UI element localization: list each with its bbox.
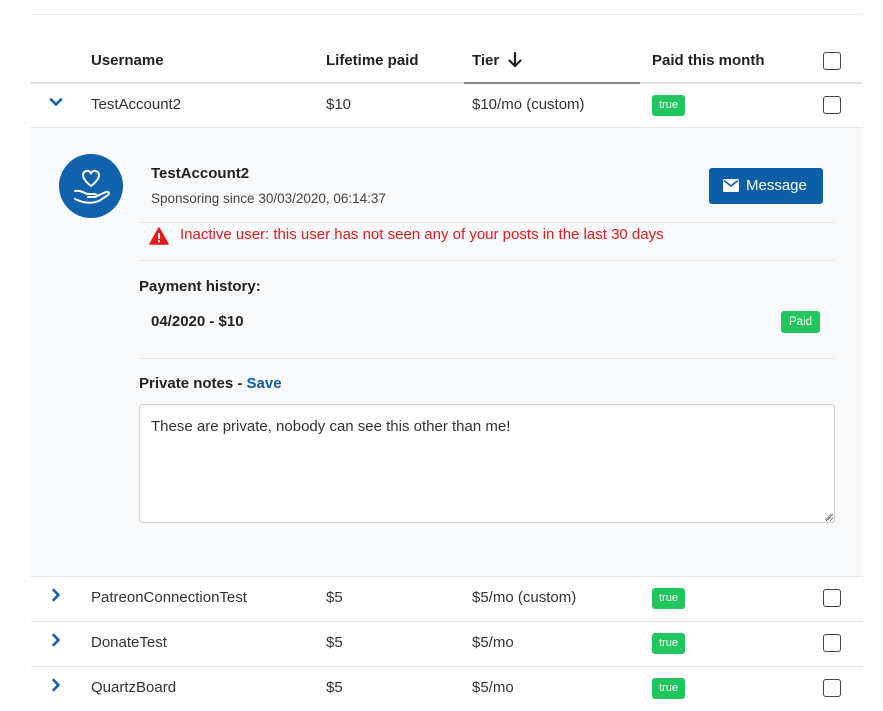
private-notes-label-text: Private notes - bbox=[139, 375, 247, 392]
header-username[interactable]: Username bbox=[91, 52, 164, 69]
row-username: TestAccount2 bbox=[91, 96, 182, 113]
payment-history-label: Payment history: bbox=[139, 278, 261, 295]
paid-status-badge: true bbox=[652, 678, 685, 699]
paid-status-badge: true bbox=[652, 633, 685, 654]
message-button-label: Message bbox=[746, 177, 807, 194]
sponsor-name: TestAccount2 bbox=[151, 165, 250, 182]
avatar bbox=[59, 154, 123, 218]
chevron-down-icon[interactable] bbox=[49, 95, 63, 109]
chevron-right-icon[interactable] bbox=[49, 633, 63, 647]
message-button[interactable]: Message bbox=[709, 168, 823, 204]
header-tier[interactable]: Tier bbox=[464, 39, 640, 84]
row-checkbox[interactable] bbox=[823, 679, 841, 697]
resize-grip-icon[interactable] bbox=[822, 508, 832, 521]
divider bbox=[139, 260, 835, 261]
chevron-right-icon[interactable] bbox=[49, 588, 63, 602]
hand-heart-icon bbox=[74, 169, 110, 204]
row-tier: $10/mo (custom) bbox=[472, 96, 585, 113]
table-row[interactable]: DonateTest $5 $5/mo true bbox=[31, 622, 863, 667]
arrow-down-icon bbox=[508, 51, 522, 73]
row-username: QuartzBoard bbox=[91, 679, 177, 696]
payment-history-item: 04/2020 - $10 bbox=[151, 313, 244, 330]
inactive-warning-text: Inactive user: this user has not seen an… bbox=[180, 226, 664, 243]
chevron-right-icon[interactable] bbox=[49, 678, 63, 692]
header-lifetime-paid[interactable]: Lifetime paid bbox=[326, 52, 419, 69]
row-checkbox[interactable] bbox=[823, 634, 841, 652]
sponsor-detail-panel: TestAccount2 Sponsoring since 30/03/2020… bbox=[31, 128, 863, 577]
top-divider bbox=[31, 14, 863, 15]
row-checkbox[interactable] bbox=[823, 589, 841, 607]
paid-status-badge: true bbox=[652, 588, 685, 609]
table-row[interactable]: PatreonConnectionTest $5 $5/mo (custom) … bbox=[31, 577, 863, 622]
envelope-icon bbox=[723, 179, 739, 196]
row-lifetime-paid: $5 bbox=[326, 589, 343, 606]
sponsors-table: Username Lifetime paid Tier Paid this mo… bbox=[31, 39, 863, 711]
header-paid-this-month[interactable]: Paid this month bbox=[652, 52, 765, 69]
warning-icon bbox=[149, 227, 169, 249]
payment-status-badge: Paid bbox=[781, 311, 821, 333]
row-username: DonateTest bbox=[91, 634, 167, 651]
private-notes-label: Private notes - Save bbox=[139, 375, 282, 392]
table-row[interactable]: TestAccount2 $10 $10/mo (custom) true bbox=[31, 84, 863, 128]
row-checkbox[interactable] bbox=[823, 96, 841, 114]
row-lifetime-paid: $5 bbox=[326, 679, 343, 696]
save-notes-link[interactable]: Save bbox=[247, 375, 282, 392]
row-tier: $5/mo bbox=[472, 634, 514, 651]
header-tier-label: Tier bbox=[472, 52, 500, 69]
row-username: PatreonConnectionTest bbox=[91, 589, 247, 606]
divider bbox=[139, 358, 835, 359]
row-lifetime-paid: $10 bbox=[326, 96, 352, 113]
table-row[interactable]: QuartzBoard $5 $5/mo true bbox=[31, 667, 863, 711]
row-lifetime-paid: $5 bbox=[326, 634, 343, 651]
private-notes-textarea[interactable]: These are private, nobody can see this o… bbox=[139, 404, 835, 523]
divider bbox=[139, 222, 835, 223]
paid-status-badge: true bbox=[652, 95, 685, 116]
row-tier: $5/mo bbox=[472, 679, 514, 696]
sponsoring-since: Sponsoring since 30/03/2020, 06:14:37 bbox=[151, 191, 386, 206]
table-header: Username Lifetime paid Tier Paid this mo… bbox=[31, 39, 863, 84]
row-tier: $5/mo (custom) bbox=[472, 589, 577, 606]
select-all-checkbox[interactable] bbox=[823, 52, 841, 70]
